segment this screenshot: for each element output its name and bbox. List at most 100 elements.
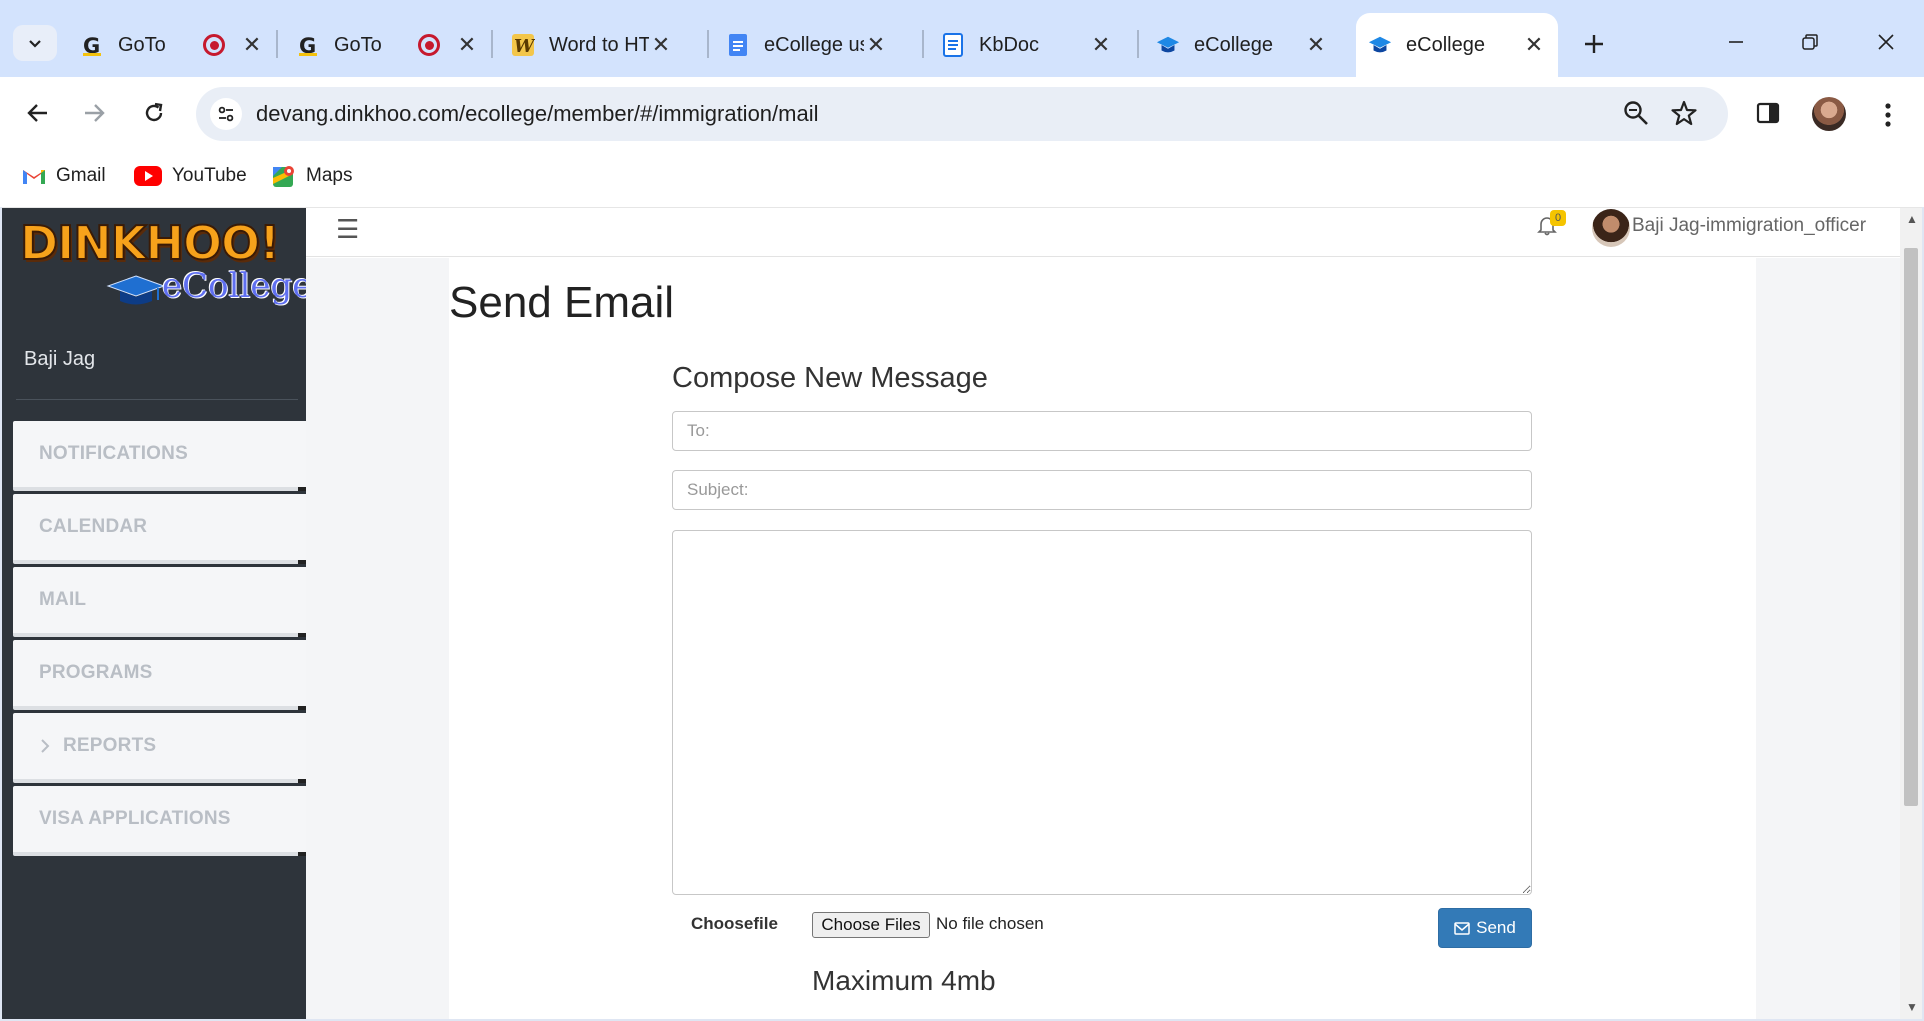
- max-size-note: Maximum 4mb: [812, 965, 996, 996]
- sidebar-item-label: MAIL: [39, 589, 87, 610]
- tab-ecollege-user[interactable]: eCollege user ✕: [714, 13, 910, 77]
- minimize-icon: [1729, 41, 1743, 43]
- back-button[interactable]: [18, 93, 58, 133]
- browser-toolbar: devang.dinkhoo.com/ecollege/member/#/imm…: [0, 77, 1924, 149]
- reload-icon: [145, 102, 163, 122]
- user-role-label[interactable]: Baji Jag-immigration_officer: [1632, 215, 1866, 237]
- tab-strip: G GoTo ✕ G GoTo ✕ W Word to HTML ✕ eColl…: [0, 0, 1924, 77]
- close-tab-icon[interactable]: ✕: [1522, 32, 1546, 57]
- svg-text:W: W: [514, 36, 535, 57]
- google-docs-icon: [726, 33, 750, 57]
- send-label: Send: [1476, 918, 1516, 937]
- close-tab-icon[interactable]: ✕: [455, 32, 479, 57]
- message-body-textarea[interactable]: [672, 530, 1532, 895]
- bookmark-star-icon[interactable]: [1670, 99, 1698, 132]
- url-text: devang.dinkhoo.com/ecollege/member/#/imm…: [256, 101, 819, 126]
- bookmark-label: YouTube: [172, 165, 247, 186]
- chevron-right-icon: [39, 737, 51, 755]
- document-icon: [941, 33, 965, 57]
- graduation-cap-icon: [1368, 33, 1392, 57]
- sidebar-item-label: NOTIFICATIONS: [39, 443, 188, 464]
- bookmark-label: Maps: [306, 165, 353, 186]
- close-tab-icon[interactable]: ✕: [864, 32, 888, 57]
- close-icon: [1878, 34, 1894, 50]
- no-file-chosen-text: No file chosen: [936, 914, 1044, 933]
- bookmark-youtube[interactable]: YouTube: [134, 161, 247, 191]
- sidebar: DINKHOO! eCollege Baji Jag NOTIFICATIONS…: [2, 208, 312, 1019]
- minimize-button[interactable]: [1714, 22, 1758, 62]
- scroll-up-arrow-icon[interactable]: ▲: [1906, 212, 1918, 226]
- compose-title: Compose New Message: [672, 362, 988, 394]
- chevron-down-icon: [29, 40, 41, 48]
- envelope-icon: [1454, 921, 1470, 935]
- youtube-icon: [134, 166, 162, 186]
- sidebar-item-label: CALENDAR: [39, 516, 148, 537]
- graduation-cap-icon: [106, 275, 166, 305]
- choosefile-label: Choosefile: [691, 914, 778, 933]
- zoom-out-icon[interactable]: [1622, 99, 1650, 132]
- sidebar-item-label: PROGRAMS: [39, 662, 153, 683]
- tab-kbdoc[interactable]: KbDoc ✕: [929, 13, 1125, 77]
- close-tab-icon[interactable]: ✕: [240, 32, 264, 57]
- arrow-left-icon: [27, 104, 47, 122]
- site-info-icon[interactable]: [210, 98, 242, 130]
- google-g-icon: G: [80, 33, 104, 57]
- scroll-down-arrow-icon[interactable]: ▼: [1906, 1000, 1918, 1014]
- sidebar-item-visa-applications[interactable]: VISA APPLICATIONS: [13, 786, 308, 856]
- gmail-icon: [22, 167, 46, 185]
- reload-button[interactable]: [134, 93, 174, 133]
- logo-subtext: eCollege: [162, 266, 313, 306]
- tab-title: eCollege: [1406, 33, 1485, 56]
- sidebar-menu: NOTIFICATIONS CALENDAR MAIL PROGRAMS REP…: [13, 421, 308, 859]
- bookmark-gmail[interactable]: Gmail: [22, 161, 106, 191]
- tab-word-to-html[interactable]: W Word to HTML ✕: [499, 13, 695, 77]
- forward-button[interactable]: [74, 93, 114, 133]
- choose-files-button[interactable]: Choose Files: [812, 912, 930, 938]
- sidebar-item-programs[interactable]: PROGRAMS: [13, 640, 308, 710]
- hamburger-menu-icon[interactable]: ☰: [336, 214, 359, 245]
- tab-record-1[interactable]: ✕: [190, 13, 261, 77]
- subject-field[interactable]: [672, 470, 1532, 510]
- google-g-icon: G: [296, 33, 320, 57]
- notification-count-badge: 0: [1550, 210, 1566, 226]
- close-tab-icon[interactable]: ✕: [1304, 32, 1328, 57]
- record-icon: [417, 33, 441, 57]
- graduation-cap-icon: [1156, 33, 1180, 57]
- restore-button[interactable]: [1788, 22, 1832, 62]
- bookmarks-bar: Gmail YouTube Maps: [0, 149, 1924, 207]
- close-tab-icon[interactable]: ✕: [649, 32, 673, 57]
- new-tab-button[interactable]: [1576, 26, 1612, 62]
- address-bar[interactable]: devang.dinkhoo.com/ecollege/member/#/imm…: [196, 87, 1728, 141]
- scrollbar-thumb[interactable]: [1904, 248, 1918, 806]
- sidebar-item-notifications[interactable]: NOTIFICATIONS: [13, 421, 308, 491]
- app-header: ☰ 0 Baji Jag-immigration_officer: [306, 208, 1900, 257]
- sidebar-item-reports[interactable]: REPORTS: [13, 713, 308, 783]
- sidebar-item-mail[interactable]: MAIL: [13, 567, 308, 637]
- arrow-right-icon: [85, 104, 105, 122]
- tab-title: KbDoc: [979, 33, 1040, 56]
- record-icon: [202, 33, 226, 57]
- user-avatar[interactable]: [1592, 209, 1630, 247]
- sidebar-item-label: REPORTS: [63, 735, 157, 756]
- close-window-button[interactable]: [1864, 22, 1908, 62]
- bookmark-maps[interactable]: Maps: [272, 161, 352, 191]
- tab-title: eCollege user: [764, 33, 864, 56]
- restore-icon: [1802, 34, 1818, 50]
- to-field[interactable]: [672, 411, 1532, 451]
- close-tab-icon[interactable]: ✕: [1089, 32, 1113, 57]
- send-button[interactable]: Send: [1438, 908, 1532, 948]
- profile-avatar[interactable]: [1812, 97, 1846, 131]
- page-viewport: DINKHOO! eCollege Baji Jag NOTIFICATIONS…: [2, 207, 1922, 1019]
- tab-ecollege-1[interactable]: eCollege ✕: [1144, 13, 1340, 77]
- side-panel-icon[interactable]: [1756, 101, 1780, 130]
- dinkhoo-ecollege-logo[interactable]: DINKHOO! eCollege: [19, 215, 312, 316]
- page-title: Send Email: [449, 278, 675, 327]
- tab-record-2[interactable]: ✕: [405, 13, 476, 77]
- tab-search-button[interactable]: [13, 25, 57, 61]
- kebab-menu-icon[interactable]: [1872, 99, 1904, 131]
- tab-ecollege-active[interactable]: eCollege ✕: [1356, 13, 1558, 77]
- sidebar-item-calendar[interactable]: CALENDAR: [13, 494, 308, 564]
- page-scrollbar[interactable]: ▲ ▼: [1900, 208, 1922, 1019]
- sidebar-item-label: VISA APPLICATIONS: [39, 808, 231, 829]
- tab-title: Word to HTML: [549, 33, 649, 56]
